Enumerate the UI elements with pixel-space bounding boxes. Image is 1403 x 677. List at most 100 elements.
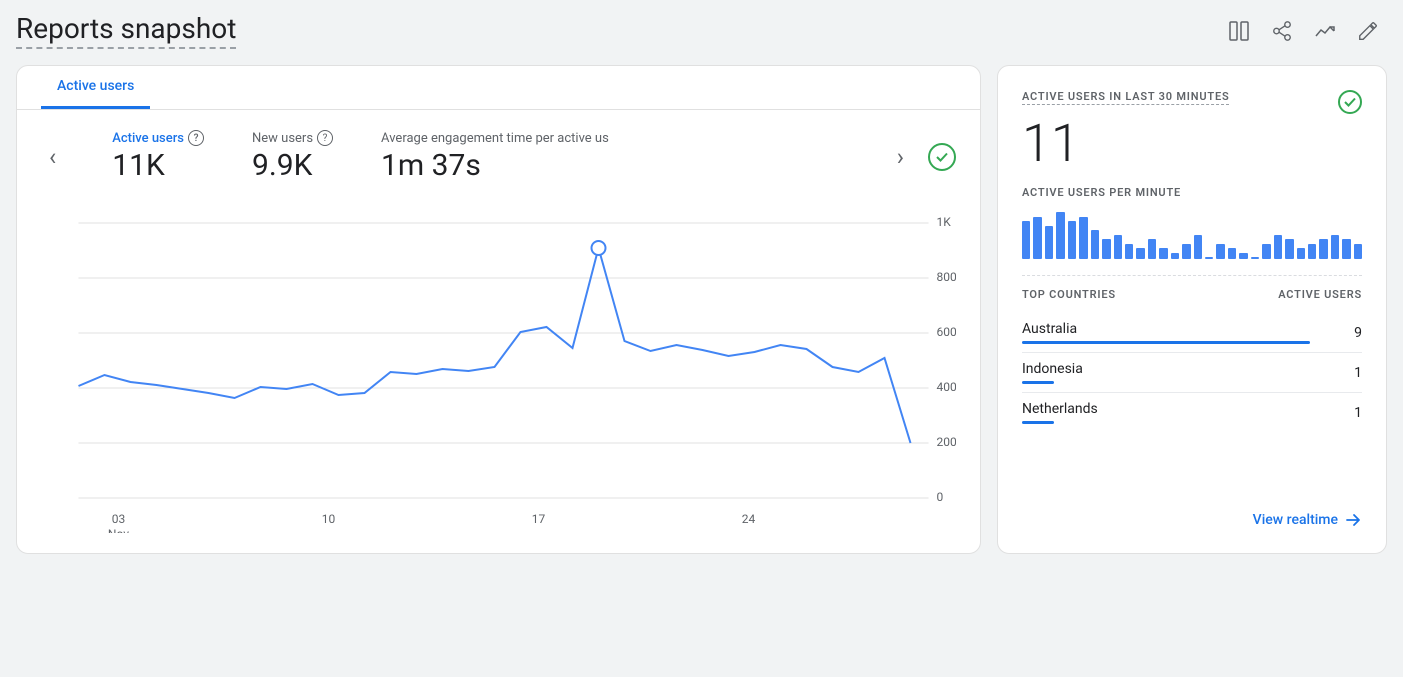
country-value: 1: [1354, 405, 1362, 421]
country-row: Indonesia 1: [1022, 353, 1362, 393]
active-users-value: 11K: [112, 148, 204, 183]
metric-new-users: New users ? 9.9K: [252, 130, 333, 183]
check-icon[interactable]: [928, 143, 956, 171]
left-panel: Active users ‹ Active users ? 11K New us…: [16, 65, 981, 554]
mini-bar-item: [1251, 257, 1259, 259]
mini-bar-item: [1136, 248, 1144, 259]
new-users-label: New users ?: [252, 130, 333, 146]
engagement-label: Average engagement time per active us: [381, 131, 609, 146]
mini-bar-item: [1148, 239, 1156, 259]
mini-bar-item: [1194, 235, 1202, 260]
new-users-help-icon[interactable]: ?: [317, 130, 333, 146]
mini-bar-item: [1297, 248, 1305, 259]
mini-bar-item: [1205, 257, 1213, 259]
active-users-col-label: ACTIVE USERS: [1278, 288, 1362, 301]
mini-bar-item: [1022, 221, 1030, 259]
country-bar: [1022, 421, 1054, 424]
svg-text:1K: 1K: [937, 215, 952, 229]
mini-bar-item: [1033, 217, 1041, 260]
chart-line: [79, 248, 911, 443]
mini-bar-item: [1171, 253, 1179, 260]
country-info: Indonesia: [1022, 361, 1342, 384]
view-realtime-link[interactable]: View realtime: [1022, 495, 1362, 529]
country-bar: [1022, 341, 1310, 344]
header-icons: [1227, 19, 1379, 43]
mini-bar-item: [1182, 244, 1190, 260]
country-info: Netherlands: [1022, 401, 1342, 424]
tab-bar: Active users: [17, 66, 980, 110]
tab-active-users[interactable]: Active users: [41, 66, 150, 109]
header: Reports snapshot: [0, 0, 1403, 57]
metric-engagement: Average engagement time per active us 1m…: [381, 131, 609, 183]
country-row: Australia 9: [1022, 313, 1362, 353]
mini-bar-item: [1274, 235, 1282, 260]
realtime-count: 11: [1022, 118, 1362, 170]
right-panel: ACTIVE USERS IN LAST 30 MINUTES 11 ACTIV…: [997, 65, 1387, 554]
svg-text:24: 24: [742, 512, 756, 526]
active-users-help-icon[interactable]: ?: [188, 130, 204, 146]
svg-text:Nov: Nov: [108, 527, 129, 533]
mini-bar-item: [1262, 244, 1270, 260]
svg-text:03: 03: [112, 512, 126, 526]
mini-bar-item: [1342, 239, 1350, 259]
svg-text:400: 400: [937, 380, 957, 394]
svg-text:10: 10: [322, 512, 336, 526]
next-arrow[interactable]: ›: [889, 139, 912, 175]
mini-bar-item: [1079, 217, 1087, 260]
chart-peak-marker: [592, 241, 606, 255]
country-name: Indonesia: [1022, 361, 1342, 377]
new-users-value: 9.9K: [252, 148, 333, 183]
metrics-row: ‹ Active users ? 11K New users ? 9.9K Av…: [17, 110, 980, 193]
mini-bar-item: [1056, 212, 1064, 259]
divider: [1022, 275, 1362, 276]
country-row: Netherlands 1: [1022, 393, 1362, 432]
mini-bar-item: [1331, 235, 1339, 260]
engagement-value: 1m 37s: [381, 148, 609, 183]
metric-active-users: Active users ? 11K: [112, 130, 204, 183]
country-value: 1: [1354, 365, 1362, 381]
mini-bar-item: [1308, 244, 1316, 260]
per-minute-title: ACTIVE USERS PER MINUTE: [1022, 186, 1362, 199]
mini-bar-item: [1354, 244, 1362, 260]
mini-bar-item: [1045, 226, 1053, 260]
chart-area: 1K 800 600 400 200 0 03 Nov 10 17 24: [17, 193, 980, 553]
mini-bars-chart: [1022, 209, 1362, 259]
main-content: Active users ‹ Active users ? 11K New us…: [0, 57, 1403, 570]
mini-bar-item: [1114, 235, 1122, 260]
country-value: 9: [1354, 325, 1362, 341]
country-name: Netherlands: [1022, 401, 1342, 417]
top-countries-label: TOP COUNTRIES: [1022, 288, 1116, 301]
countries-list: Australia 9 Indonesia 1 Netherlands 1: [1022, 313, 1362, 432]
country-name: Australia: [1022, 321, 1342, 337]
prev-arrow[interactable]: ‹: [41, 139, 64, 175]
mini-bar-item: [1319, 239, 1327, 259]
edit-icon[interactable]: [1357, 20, 1379, 42]
svg-text:0: 0: [937, 490, 944, 504]
compare-icon[interactable]: [1227, 19, 1251, 43]
svg-text:800: 800: [937, 270, 957, 284]
svg-text:200: 200: [937, 435, 957, 449]
active-users-label: Active users ?: [112, 130, 204, 146]
mini-bar-item: [1091, 230, 1099, 259]
mini-bar-item: [1068, 221, 1076, 259]
country-bar: [1022, 381, 1054, 384]
mini-bar-item: [1125, 244, 1133, 260]
metrics-right: ›: [889, 139, 956, 175]
realtime-check-icon[interactable]: [1338, 90, 1362, 114]
realtime-header: ACTIVE USERS IN LAST 30 MINUTES: [1022, 90, 1362, 114]
mini-bar-item: [1285, 239, 1293, 259]
countries-header: TOP COUNTRIES ACTIVE USERS: [1022, 288, 1362, 301]
mini-bar-item: [1216, 244, 1224, 260]
page-title: Reports snapshot: [16, 12, 236, 49]
trending-icon[interactable]: [1313, 19, 1337, 43]
country-info: Australia: [1022, 321, 1342, 344]
svg-text:17: 17: [532, 512, 546, 526]
mini-bar-item: [1228, 248, 1236, 259]
mini-bar-item: [1159, 248, 1167, 259]
realtime-title: ACTIVE USERS IN LAST 30 MINUTES: [1022, 90, 1229, 105]
line-chart: 1K 800 600 400 200 0 03 Nov 10 17 24: [41, 193, 956, 533]
mini-bar-item: [1239, 253, 1247, 260]
mini-bar-item: [1102, 239, 1110, 259]
share-icon[interactable]: [1271, 20, 1293, 42]
svg-text:600: 600: [937, 325, 957, 339]
